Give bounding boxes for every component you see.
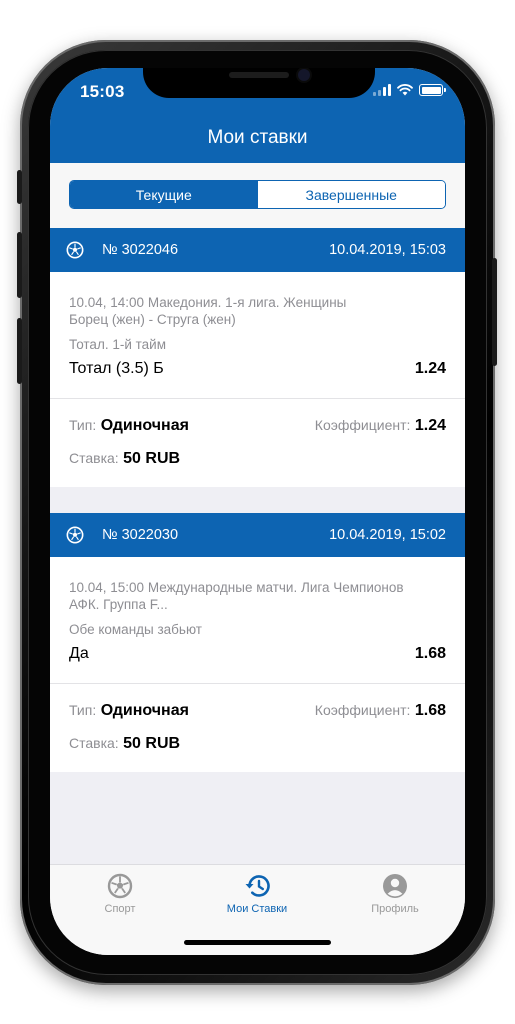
bet-header: № 3022030 10.04.2019, 15:02 <box>50 513 465 557</box>
bet-datetime: 10.04.2019, 15:02 <box>329 527 446 543</box>
stake-value: 50 RUB <box>123 450 181 467</box>
tab-profile[interactable]: Профиль <box>340 873 450 915</box>
outcome-odd: 1.68 <box>414 645 446 662</box>
bet-event: 10.04, 14:00 Македония. 1-я лига. Женщин… <box>50 272 465 378</box>
tab-my-bets[interactable]: Мои Ставки <box>202 873 312 915</box>
status-time: 15:03 <box>80 82 125 101</box>
bet-card[interactable]: № 3022046 10.04.2019, 15:03 10.04, 14:00… <box>50 228 465 487</box>
segment-finished[interactable]: Завершенные <box>257 181 445 208</box>
coef-label: Коэффициент: <box>314 417 411 433</box>
soccer-ball-icon <box>66 241 84 259</box>
event-teams: Борец (жен) - Струга (жен) <box>69 312 236 327</box>
outcome-name: Да <box>69 645 89 662</box>
bet-datetime: 10.04.2019, 15:03 <box>329 242 446 258</box>
speaker <box>229 72 289 78</box>
silent-switch <box>17 170 22 204</box>
type-row: Тип: Одиночная Коэффициент: 1.24 <box>69 417 446 435</box>
bet-header: № 3022046 10.04.2019, 15:03 <box>50 228 465 272</box>
soccer-ball-icon <box>107 873 133 899</box>
type-value: Одиночная <box>100 417 189 434</box>
coef-value: 1.24 <box>414 417 446 434</box>
type-row: Тип: Одиночная Коэффициент: 1.68 <box>69 702 446 720</box>
stake-label: Ставка: <box>69 450 119 466</box>
volume-up-button <box>17 232 22 298</box>
bet-number: № 3022030 <box>102 527 179 543</box>
type-value: Одиночная <box>100 702 189 719</box>
bet-summary: Тип: Одиночная Коэффициент: 1.24 Ставка:… <box>50 399 465 487</box>
tab-profile-label: Профиль <box>371 903 419 915</box>
history-icon <box>245 875 270 897</box>
event-teams: АФК. Группа F... <box>69 597 168 612</box>
type-label: Тип: <box>69 417 97 433</box>
tab-sport[interactable]: Спорт <box>65 873 175 915</box>
front-camera <box>298 69 310 81</box>
event-info: 10.04, 15:00 Международные матчи. Лига Ч… <box>69 580 404 595</box>
market-name: Тотал. 1-й тайм <box>69 337 166 352</box>
profile-icon <box>383 874 407 898</box>
bet-event: 10.04, 15:00 Международные матчи. Лига Ч… <box>50 557 465 663</box>
segment-bar: Текущие Завершенные <box>50 163 465 228</box>
signal-icon <box>373 84 391 96</box>
stake-value: 50 RUB <box>123 735 181 752</box>
segmented-control: Текущие Завершенные <box>69 180 446 209</box>
battery-icon <box>419 84 446 96</box>
bet-number: № 3022046 <box>102 242 179 258</box>
type-label: Тип: <box>69 702 97 718</box>
stake-row: Ставка: 50 RUB <box>69 735 446 753</box>
tab-my-bets-label: Мои Ставки <box>226 903 288 915</box>
wifi-icon <box>397 84 413 96</box>
bet-card[interactable]: № 3022030 10.04.2019, 15:02 10.04, 15:00… <box>50 513 465 772</box>
bet-summary: Тип: Одиночная Коэффициент: 1.68 Ставка:… <box>50 684 465 772</box>
home-indicator[interactable] <box>184 940 331 945</box>
phone-screen: 15:03 Мои ставки Текущие Завершенные № 3… <box>50 68 465 955</box>
segment-current[interactable]: Текущие <box>70 181 258 208</box>
outcome-row: Да 1.68 <box>69 645 446 663</box>
notch <box>143 68 375 98</box>
soccer-ball-icon <box>66 526 84 544</box>
tab-sport-label: Спорт <box>104 903 136 915</box>
coef-label: Коэффициент: <box>314 702 411 718</box>
coef-value: 1.68 <box>414 702 446 719</box>
page-title: Мои ставки <box>207 127 308 148</box>
outcome-odd: 1.24 <box>414 360 446 377</box>
outcome-name: Тотал (3.5) Б <box>69 360 164 377</box>
outcome-row: Тотал (3.5) Б 1.24 <box>69 360 446 378</box>
power-button <box>492 258 497 366</box>
stake-label: Ставка: <box>69 735 119 751</box>
volume-down-button <box>17 318 22 384</box>
status-icons <box>373 84 446 96</box>
market-name: Обе команды забьют <box>69 622 202 637</box>
nav-header: 15:03 Мои ставки <box>50 68 465 163</box>
stake-row: Ставка: 50 RUB <box>69 450 446 468</box>
event-info: 10.04, 14:00 Македония. 1-я лига. Женщин… <box>69 295 347 310</box>
